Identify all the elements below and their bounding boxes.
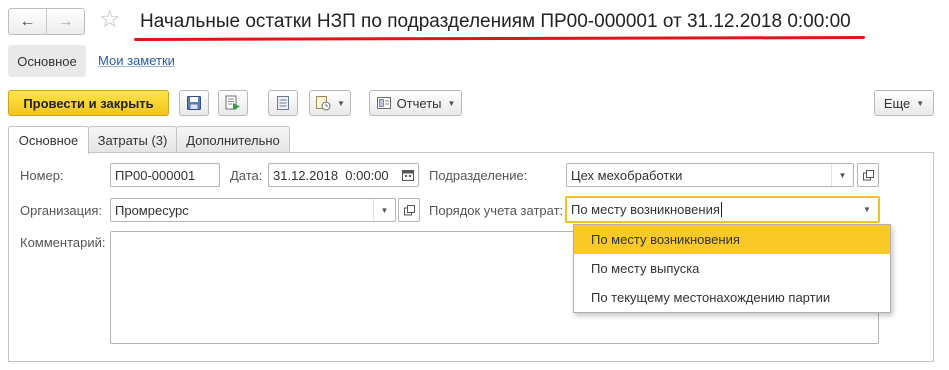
create-based-on-button[interactable]: ▼	[309, 90, 351, 116]
reports-icon	[376, 97, 391, 109]
tab-additional[interactable]: Дополнительно	[176, 126, 290, 153]
document-list-button[interactable]	[268, 90, 298, 116]
dropdown-option[interactable]: По месту возникновения	[574, 225, 890, 254]
post-document-button[interactable]	[218, 90, 248, 116]
number-label: Номер:	[20, 168, 64, 183]
dropdown-option[interactable]: По месту выпуска	[574, 254, 890, 283]
tab-main[interactable]: Основное	[8, 126, 89, 154]
chevron-down-icon[interactable]: ▼	[831, 164, 853, 186]
open-form-icon	[862, 169, 874, 180]
reports-label: Отчеты	[396, 95, 442, 111]
favorite-star-icon[interactable]: ☆	[99, 6, 121, 34]
save-button[interactable]	[179, 90, 209, 116]
page-title: Начальные остатки НЗП по подразделениям …	[140, 11, 851, 32]
cost-order-label: Порядок учета затрат:	[429, 203, 564, 218]
comment-label: Комментарий:	[20, 235, 106, 250]
floppy-disk-icon	[187, 96, 201, 110]
document-clock-icon	[316, 96, 331, 111]
back-arrow-icon[interactable]: ←	[9, 9, 46, 34]
department-value: Цех мехобработки	[571, 167, 683, 183]
date-value: 31.12.2018 0:00:00	[273, 167, 389, 183]
date-field[interactable]: 31.12.2018 0:00:00	[268, 163, 419, 187]
chevron-down-icon: ▼	[916, 98, 925, 108]
chevron-down-icon[interactable]: ▼	[856, 198, 878, 221]
organization-field[interactable]: Промресурс ▼	[110, 198, 396, 222]
organization-label: Организация:	[20, 203, 103, 218]
organization-open-button[interactable]	[398, 198, 420, 222]
more-label: Еще	[883, 95, 911, 111]
chevron-down-icon: ▼	[447, 98, 456, 108]
date-label: Дата:	[230, 168, 263, 183]
section-main[interactable]: Основное	[8, 45, 86, 77]
text-cursor	[720, 202, 722, 217]
title-underline	[133, 36, 866, 41]
navigation-buttons: ← →	[8, 8, 85, 35]
section-notes-link[interactable]: Мои заметки	[98, 53, 175, 68]
department-field[interactable]: Цех мехобработки ▼	[566, 163, 854, 187]
chevron-down-icon: ▼	[337, 98, 345, 108]
cost-order-field[interactable]: По месту возникновения ▼	[565, 196, 880, 223]
open-form-icon	[403, 204, 415, 215]
number-field[interactable]: ПР00-000001	[110, 163, 220, 187]
reports-button[interactable]: Отчеты ▼	[369, 90, 462, 116]
tab-costs[interactable]: Затраты (3)	[88, 126, 177, 153]
cost-order-value: По месту возникновения	[571, 202, 720, 217]
post-document-icon	[225, 95, 240, 110]
calendar-icon[interactable]	[398, 164, 418, 186]
department-label: Подразделение:	[429, 168, 528, 183]
cost-order-dropdown-list: По месту возникновения По месту выпуска …	[573, 224, 891, 313]
chevron-down-icon[interactable]: ▼	[373, 199, 395, 221]
forward-arrow-icon[interactable]: →	[46, 9, 84, 34]
document-list-icon	[277, 96, 289, 110]
post-and-close-button[interactable]: Провести и закрыть	[8, 90, 169, 116]
organization-value: Промресурс	[115, 202, 189, 218]
dropdown-option[interactable]: По текущему местонахождению партии	[574, 283, 890, 312]
more-button[interactable]: Еще ▼	[874, 90, 934, 116]
department-open-button[interactable]	[857, 163, 879, 187]
